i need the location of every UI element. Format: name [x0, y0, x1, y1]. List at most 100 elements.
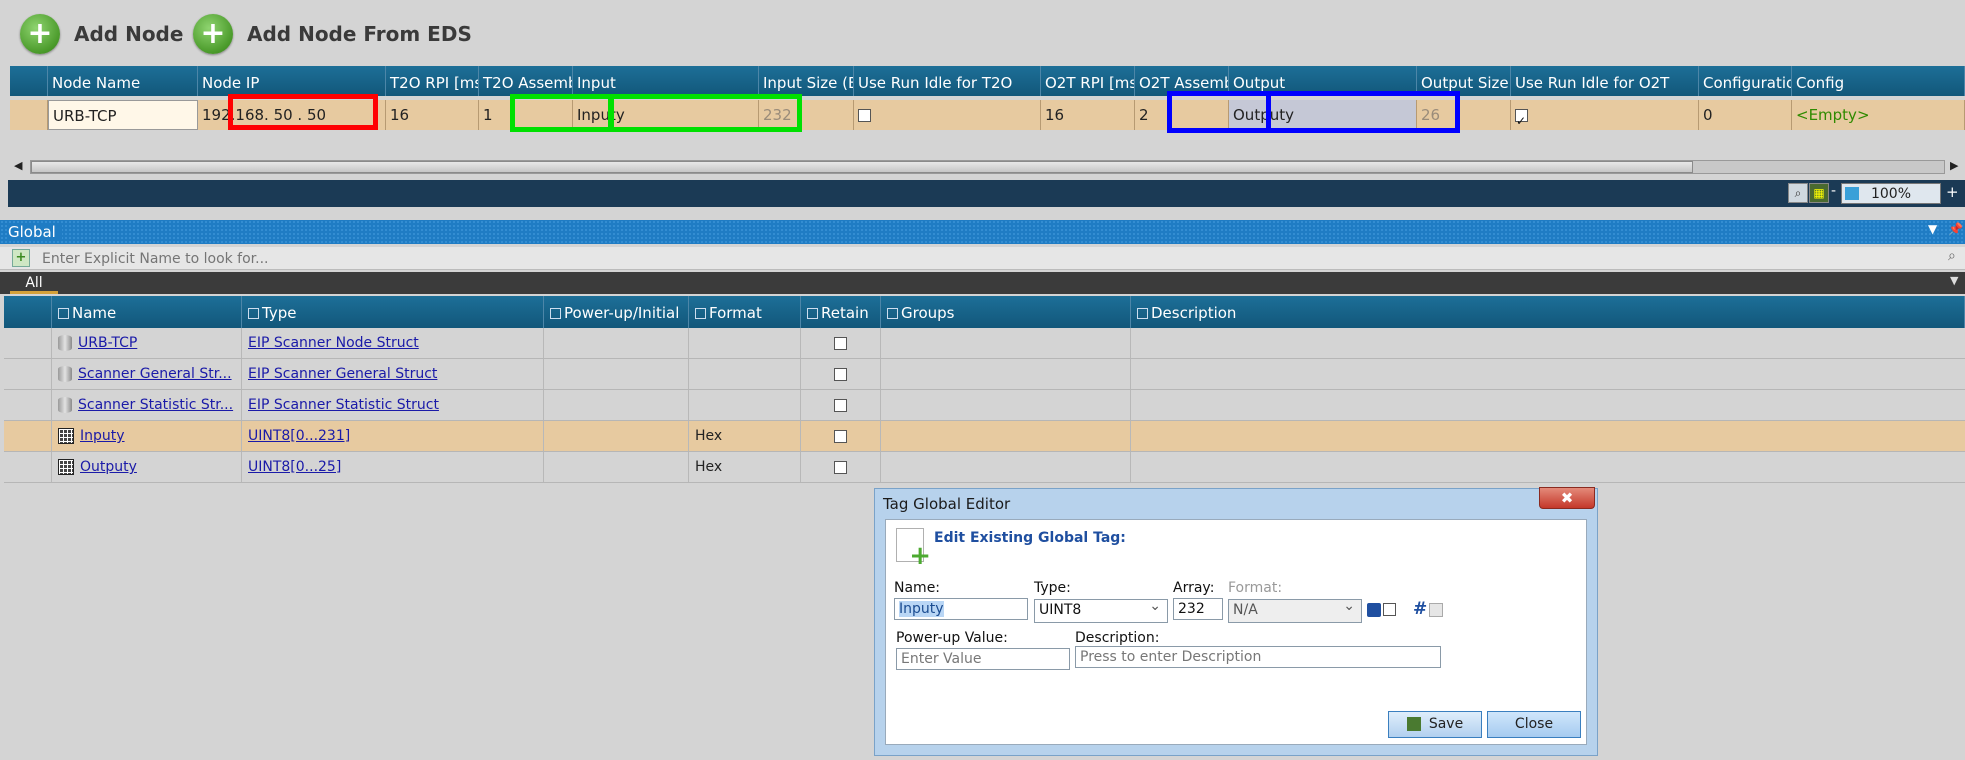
col-input[interactable]: Input: [573, 66, 759, 96]
tag-type-cell[interactable]: UINT8[0...231]: [242, 421, 544, 451]
tag-powerup-cell[interactable]: [544, 421, 689, 451]
tab-dropdown-icon[interactable]: ▼: [1950, 274, 1958, 287]
node-name-cell[interactable]: URB-TCP: [48, 100, 198, 130]
search-icon[interactable]: ⌕: [1948, 248, 1956, 264]
save-button[interactable]: Save: [1388, 711, 1482, 738]
tag-groups-cell[interactable]: [881, 452, 1131, 482]
retain-checkbox[interactable]: [834, 336, 847, 350]
horizontal-scrollbar[interactable]: ◀ ▶: [10, 157, 1965, 175]
tag-groups-cell[interactable]: [881, 390, 1131, 420]
tag-row-selected[interactable]: Inputy UINT8[0...231] Hex: [4, 421, 1965, 452]
close-button[interactable]: Close: [1487, 711, 1581, 738]
tag-groups-cell[interactable]: [881, 328, 1131, 358]
tag-name-cell[interactable]: URB-TCP: [52, 328, 242, 358]
tag-type-cell[interactable]: EIP Scanner Node Struct: [242, 328, 544, 358]
retain-checkbox[interactable]: [1383, 603, 1396, 616]
row-selector[interactable]: [4, 328, 52, 358]
tag-name-cell[interactable]: Scanner General Str...: [52, 359, 242, 389]
retain-checkbox[interactable]: [834, 367, 847, 381]
col-format[interactable]: Format: [689, 296, 801, 328]
panel-dropdown-icon[interactable]: ▼: [1928, 222, 1937, 236]
add-node-from-eds-button[interactable]: + Add Node From EDS: [193, 14, 472, 54]
format-select[interactable]: N/A: [1228, 599, 1362, 623]
col-use-run-idle-t2o[interactable]: Use Run Idle for T2O: [854, 66, 1041, 96]
scroll-right-arrow-icon[interactable]: ▶: [1950, 159, 1958, 172]
tag-name-cell[interactable]: Outputy: [52, 452, 242, 482]
tag-row[interactable]: URB-TCP EIP Scanner Node Struct: [4, 328, 1965, 359]
scroll-track[interactable]: [30, 160, 1945, 174]
zoom-level[interactable]: 100%: [1841, 183, 1941, 204]
t2o-rpi-cell[interactable]: 16: [386, 100, 479, 130]
col-use-run-idle-o2t[interactable]: Use Run Idle for O2T: [1511, 66, 1699, 96]
col-description[interactable]: Description: [1131, 296, 1965, 328]
tag-description-cell[interactable]: [1131, 452, 1965, 482]
tag-description-cell[interactable]: [1131, 328, 1965, 358]
tag-powerup-cell[interactable]: [544, 390, 689, 420]
tag-groups-cell[interactable]: [881, 421, 1131, 451]
tag-retain-cell[interactable]: [801, 390, 881, 420]
retain-checkbox[interactable]: [834, 398, 847, 412]
o2t-rpi-cell[interactable]: 16: [1041, 100, 1135, 130]
col-groups[interactable]: Groups: [881, 296, 1131, 328]
col-t2o-rpi[interactable]: T2O RPI [ms]: [386, 66, 479, 96]
tag-retain-cell[interactable]: [801, 421, 881, 451]
tag-type-cell[interactable]: EIP Scanner Statistic Struct: [242, 390, 544, 420]
name-field[interactable]: Inputy: [894, 598, 1028, 620]
use-run-idle-t2o-checkbox[interactable]: [858, 109, 871, 122]
col-powerup-initial[interactable]: Power-up/Initial: [544, 296, 689, 328]
tag-row[interactable]: Outputy UINT8[0...25] Hex: [4, 452, 1965, 483]
use-run-idle-o2t-cell[interactable]: [1511, 100, 1699, 130]
row-selector[interactable]: [4, 452, 52, 482]
tag-type-cell[interactable]: UINT8[0...25]: [242, 452, 544, 482]
tag-groups-cell[interactable]: [881, 359, 1131, 389]
add-tag-icon[interactable]: +: [12, 249, 30, 267]
use-run-idle-o2t-checkbox[interactable]: [1515, 106, 1528, 130]
use-run-idle-t2o-cell[interactable]: [854, 100, 1041, 130]
tag-powerup-cell[interactable]: [544, 359, 689, 389]
tag-retain-cell[interactable]: [801, 359, 881, 389]
close-icon[interactable]: ✖: [1539, 487, 1595, 509]
tag-format-cell[interactable]: Hex: [689, 452, 801, 482]
config-cell[interactable]: <Empty>: [1792, 100, 1965, 130]
col-o2t-rpi[interactable]: O2T RPI [ms]: [1041, 66, 1135, 96]
fit-view-icon[interactable]: ▦: [1809, 183, 1829, 203]
powerup-field[interactable]: Enter Value: [896, 648, 1070, 670]
row-selector[interactable]: [4, 421, 52, 451]
configuration-cell[interactable]: 0: [1699, 100, 1792, 130]
description-field[interactable]: Press to enter Description: [1075, 646, 1441, 668]
tag-search-input[interactable]: [40, 248, 1944, 270]
retain-checkbox[interactable]: [834, 460, 847, 474]
col-input-size[interactable]: Input Size (B: [759, 66, 854, 96]
tag-description-cell[interactable]: [1131, 390, 1965, 420]
type-select[interactable]: UINT8: [1034, 599, 1168, 623]
tag-retain-cell[interactable]: [801, 328, 881, 358]
col-name[interactable]: Name: [52, 296, 242, 328]
col-node-name[interactable]: Node Name: [48, 66, 198, 96]
col-type[interactable]: Type: [242, 296, 544, 328]
col-config[interactable]: Config: [1792, 66, 1965, 96]
tag-retain-cell[interactable]: [801, 452, 881, 482]
col-retain[interactable]: Retain: [801, 296, 881, 328]
tab-all[interactable]: All: [10, 276, 58, 294]
col-configuration[interactable]: Configuratio: [1699, 66, 1792, 96]
scroll-thumb[interactable]: [31, 161, 1693, 173]
zoom-in-icon[interactable]: +: [1946, 183, 1959, 201]
tag-name-cell[interactable]: Scanner Statistic Str...: [52, 390, 242, 420]
pin-icon[interactable]: 📌: [1948, 222, 1963, 236]
array-field[interactable]: 232: [1173, 598, 1223, 620]
scroll-left-arrow-icon[interactable]: ◀: [14, 159, 22, 172]
tag-format-cell[interactable]: [689, 390, 801, 420]
row-selector[interactable]: [10, 100, 48, 130]
zoom-out-icon[interactable]: -: [1831, 183, 1836, 199]
tag-powerup-cell[interactable]: [544, 452, 689, 482]
row-selector[interactable]: [4, 390, 52, 420]
tag-name-cell[interactable]: Inputy: [52, 421, 242, 451]
tag-description-cell[interactable]: [1131, 421, 1965, 451]
tag-row[interactable]: Scanner Statistic Str... EIP Scanner Sta…: [4, 390, 1965, 421]
col-t2o-assembly[interactable]: T2O Assemb: [479, 66, 573, 96]
tag-powerup-cell[interactable]: [544, 328, 689, 358]
tag-format-cell[interactable]: [689, 328, 801, 358]
row-selector[interactable]: [4, 359, 52, 389]
col-node-ip[interactable]: Node IP: [198, 66, 386, 96]
add-node-button[interactable]: + Add Node: [20, 14, 183, 54]
